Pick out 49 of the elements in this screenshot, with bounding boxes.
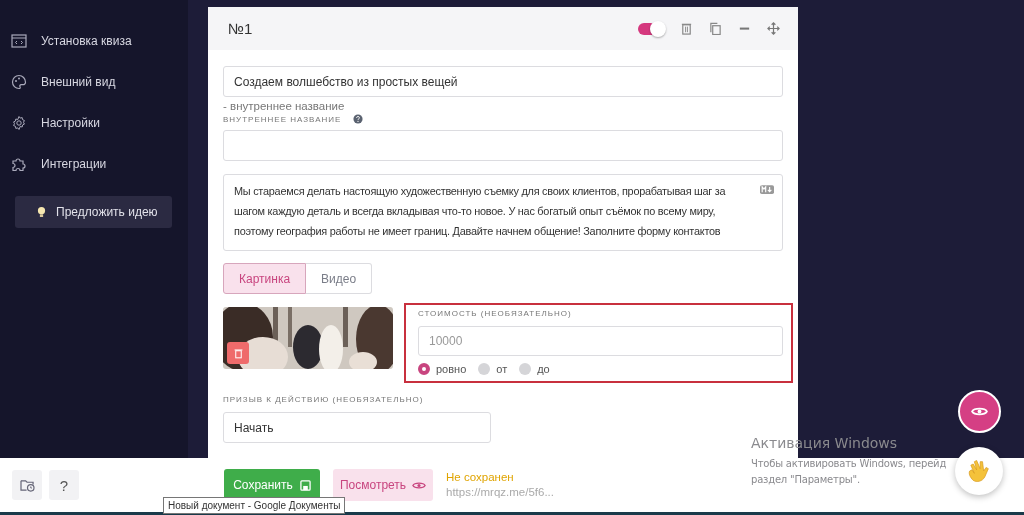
puzzle-icon	[11, 155, 27, 172]
tooltip: Новый документ - Google Документы	[163, 497, 346, 514]
price-field[interactable]: 10000	[418, 326, 783, 356]
radio-button[interactable]	[519, 363, 532, 375]
move-icon[interactable]	[767, 22, 780, 35]
lightbulb-icon	[37, 205, 46, 219]
media-tab[interactable]: Видео	[306, 263, 373, 294]
notice-text: раздел "Параметры".	[751, 473, 861, 487]
folder-clock-icon	[19, 478, 35, 492]
help-button[interactable]: ?	[49, 470, 79, 500]
copy-icon[interactable]	[709, 22, 722, 35]
internal-name-hint: - внутреннее название	[223, 100, 346, 112]
radio-button[interactable]	[418, 363, 430, 375]
suggest-idea-button[interactable]: Предложить идею	[15, 196, 172, 228]
trash-icon	[232, 347, 244, 359]
help-icon[interactable]	[353, 114, 364, 124]
call-to-action-label: ПРИЗЫВ К ДЕЙСТВИЮ (НЕОБЯЗАТЕЛЬНО)	[223, 395, 425, 404]
trash-icon[interactable]	[680, 22, 693, 35]
history-button[interactable]	[12, 470, 42, 500]
radio-button[interactable]	[478, 363, 491, 375]
sidebar-item[interactable]: Настройки	[0, 102, 188, 143]
eye-icon	[412, 480, 427, 490]
sidebar-item[interactable]: Интеграции	[0, 143, 188, 184]
radio-label: ровно	[436, 363, 467, 375]
description-text: Мы стараемся делать настоящую художественную съемку для своих клиентов, прорабатывая шаг за шагом каждую деталь и всегда вкладывая что-то новое. У нас богатый опыт съёмок по всему миру, поэтому география работы не имеет границ. Давайте начнем общение! Заполните форму контактов	[234, 184, 727, 239]
notice-text: Чтобы активировать Windows, перейд	[751, 457, 947, 471]
call-to-action-field[interactable]: Начать	[223, 412, 491, 443]
internal-name-label: ВНУТРЕННЕЕ НАЗВАНИЕ	[223, 114, 342, 124]
chat-button[interactable]	[955, 447, 1003, 495]
markdown-icon[interactable]	[760, 185, 774, 194]
toggle-switch[interactable]	[638, 22, 664, 35]
save-status: Не сохранен	[446, 470, 515, 485]
title-field[interactable]: Создаем волшебство из простых вещей	[223, 66, 783, 97]
sidebar-item[interactable]: Внешний вид	[0, 61, 188, 102]
radio-label: от	[496, 363, 508, 375]
price-label: СТОИМОСТЬ (НЕОБЯЗАТЕЛЬНО)	[418, 309, 573, 318]
preview-fab-button[interactable]	[958, 390, 1001, 433]
eye-icon	[971, 406, 988, 417]
media-tab[interactable]: Картинка	[223, 263, 307, 294]
delete-image-button[interactable]	[227, 342, 249, 364]
description-field[interactable]	[223, 174, 783, 251]
internal-name-field[interactable]	[223, 130, 783, 161]
preview-button[interactable]: Посмотреть	[333, 469, 433, 501]
palette-icon	[11, 73, 27, 90]
settings-icon	[11, 114, 27, 131]
question-number: №1	[228, 20, 253, 37]
code-window-icon	[11, 32, 27, 49]
sidebar-item[interactable]: Установка квиза	[0, 20, 188, 61]
radio-label: до	[537, 363, 550, 375]
